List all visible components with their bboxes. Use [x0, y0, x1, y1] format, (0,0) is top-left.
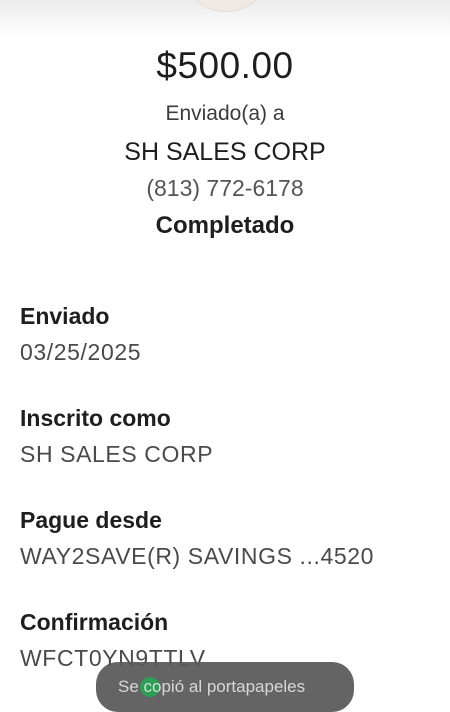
- detail-row-pay-from: Pague desde WAY2SAVE(R) SAVINGS ...4520: [20, 502, 440, 604]
- detail-row-enrolled-as: Inscrito como SH SALES CORP: [20, 400, 440, 502]
- copied-snackbar: Se copió al portapapeles: [96, 662, 354, 712]
- payment-amount: $500.00: [156, 45, 294, 86]
- detail-label: Confirmación: [20, 609, 169, 635]
- payment-summary: $500.00 Enviado(a) a SH SALES CORP (813)…: [0, 44, 450, 241]
- status-text: Completado: [155, 212, 295, 239]
- detail-value: SH SALES CORP: [20, 441, 214, 467]
- detail-label: Inscrito como: [20, 405, 171, 431]
- detail-value: WAY2SAVE(R) SAVINGS ...4520: [20, 543, 375, 569]
- recipient-name: SH SALES CORP: [124, 138, 326, 166]
- recipient-phone: (813) 772-6178: [146, 175, 304, 201]
- snackbar-text: Se copió al portapapeles: [118, 677, 306, 696]
- detail-value: 03/25/2025: [20, 339, 142, 365]
- detail-row-sent-date: Enviado 03/25/2025: [20, 298, 440, 400]
- detail-label: Pague desde: [20, 507, 162, 533]
- sent-to-label: Enviado(a) a: [165, 102, 285, 125]
- payment-details: Enviado 03/25/2025 Inscrito como SH SALE…: [20, 298, 440, 706]
- detail-label: Enviado: [20, 303, 110, 329]
